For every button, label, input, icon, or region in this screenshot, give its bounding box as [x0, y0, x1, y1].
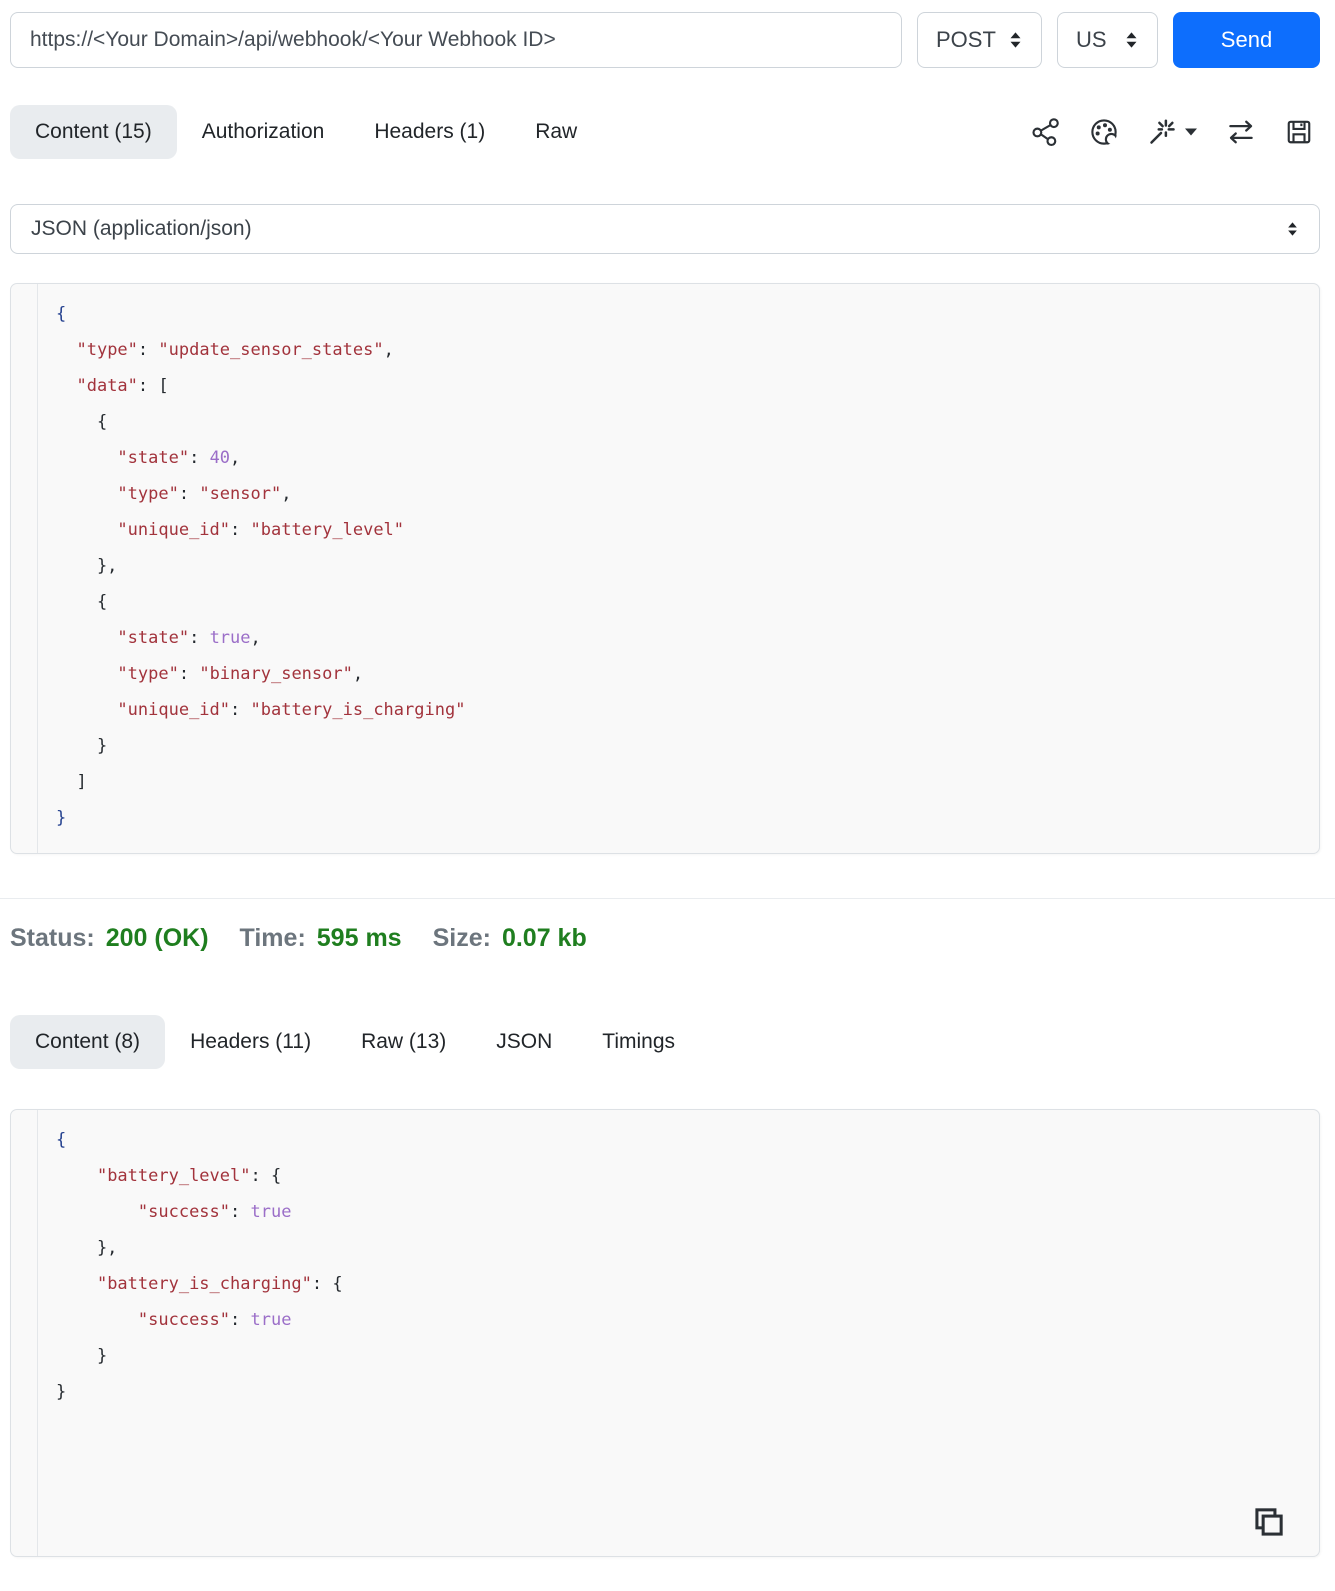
response-body-code: { "battery_level": { "success": true }, … [38, 1110, 1319, 1556]
request-tabs-row: Content (15) Authorization Headers (1) R… [10, 105, 1320, 159]
tab-request-headers[interactable]: Headers (1) [349, 105, 510, 159]
section-divider [0, 898, 1335, 899]
caret-down-icon [1185, 128, 1197, 136]
content-type-select[interactable]: JSON (application/json) [10, 204, 1320, 254]
request-body-editor[interactable]: { "type": "update_sensor_states", "data"… [10, 283, 1320, 854]
region-value: US [1076, 27, 1107, 52]
code-line: { [56, 412, 108, 432]
response-tabs: Content (8) Headers (11) Raw (13) JSON T… [10, 1015, 700, 1069]
code-line: } [56, 1382, 67, 1402]
share-icon[interactable] [1031, 117, 1061, 147]
method-select[interactable]: POST [917, 12, 1042, 68]
code-line: "unique_id": "battery_is_charging" [117, 700, 466, 720]
code-line: "battery_is_charging": { [96, 1274, 343, 1294]
request-body-code[interactable]: { "type": "update_sensor_states", "data"… [38, 284, 1319, 853]
copy-icon[interactable] [1250, 1505, 1286, 1544]
size-label: Size: [432, 924, 491, 952]
save-icon[interactable] [1284, 117, 1314, 147]
code-line: }, [56, 556, 118, 576]
send-button[interactable]: Send [1173, 12, 1320, 68]
code-line: } [56, 736, 108, 756]
tab-request-raw[interactable]: Raw [510, 105, 602, 159]
tab-response-timings[interactable]: Timings [577, 1015, 700, 1069]
dual-caret-icon [1126, 32, 1137, 48]
code-line: { [56, 1130, 67, 1150]
tab-response-headers[interactable]: Headers (11) [165, 1015, 336, 1069]
time-value: 595 ms [316, 924, 402, 952]
dual-caret-icon [1010, 32, 1021, 48]
status-pair: Status: 200 (OK) [10, 924, 209, 953]
code-line: { [56, 304, 67, 324]
tab-response-json[interactable]: JSON [471, 1015, 577, 1069]
code-line: "unique_id": "battery_level" [117, 520, 405, 540]
response-tabs-row: Content (8) Headers (11) Raw (13) JSON T… [10, 1015, 1320, 1069]
content-type-value: JSON (application/json) [31, 217, 252, 240]
status-value: 200 (OK) [105, 924, 209, 952]
code-line: "battery_level": { [96, 1166, 282, 1186]
url-input[interactable] [10, 12, 902, 68]
code-line: } [56, 808, 67, 828]
palette-icon[interactable] [1089, 117, 1119, 147]
code-line: "success": true [137, 1202, 292, 1222]
swap-arrows-icon[interactable] [1226, 117, 1256, 147]
tab-request-content[interactable]: Content (15) [10, 105, 177, 159]
status-label: Status: [10, 924, 95, 952]
code-line: "type": "binary_sensor", [117, 664, 364, 684]
code-line: "data": [ [76, 376, 169, 396]
code-line: { [56, 592, 108, 612]
tab-response-content[interactable]: Content (8) [10, 1015, 166, 1069]
code-line: } [56, 1346, 108, 1366]
api-client-app: POST US Send Content (15) Authorization … [0, 12, 1335, 1557]
code-line: }, [56, 1238, 118, 1258]
response-body-viewer: { "battery_level": { "success": true }, … [10, 1109, 1320, 1557]
magic-wand-icon[interactable] [1147, 117, 1198, 147]
code-line: "type": "update_sensor_states", [76, 340, 394, 360]
tab-authorization[interactable]: Authorization [177, 105, 350, 159]
code-line: ] [56, 772, 87, 792]
code-line: "success": true [137, 1310, 292, 1330]
request-tabs: Content (15) Authorization Headers (1) R… [10, 105, 602, 159]
response-status-bar: Status: 200 (OK) Time: 595 ms Size: 0.07… [10, 924, 1320, 953]
editor-gutter [11, 284, 38, 853]
time-pair: Time: 595 ms [240, 924, 402, 953]
dual-caret-icon [1288, 222, 1297, 236]
region-select[interactable]: US [1057, 12, 1158, 68]
request-url-row: POST US Send [10, 12, 1320, 68]
size-value: 0.07 kb [501, 924, 587, 952]
code-line: "state": true, [117, 628, 261, 648]
request-toolbar [1031, 117, 1320, 147]
tab-response-raw[interactable]: Raw (13) [336, 1015, 471, 1069]
code-line: "state": 40, [117, 448, 241, 468]
size-pair: Size: 0.07 kb [433, 924, 587, 953]
code-line: "type": "sensor", [117, 484, 292, 504]
method-value: POST [936, 27, 996, 52]
time-label: Time: [239, 924, 306, 952]
editor-gutter [11, 1110, 38, 1556]
